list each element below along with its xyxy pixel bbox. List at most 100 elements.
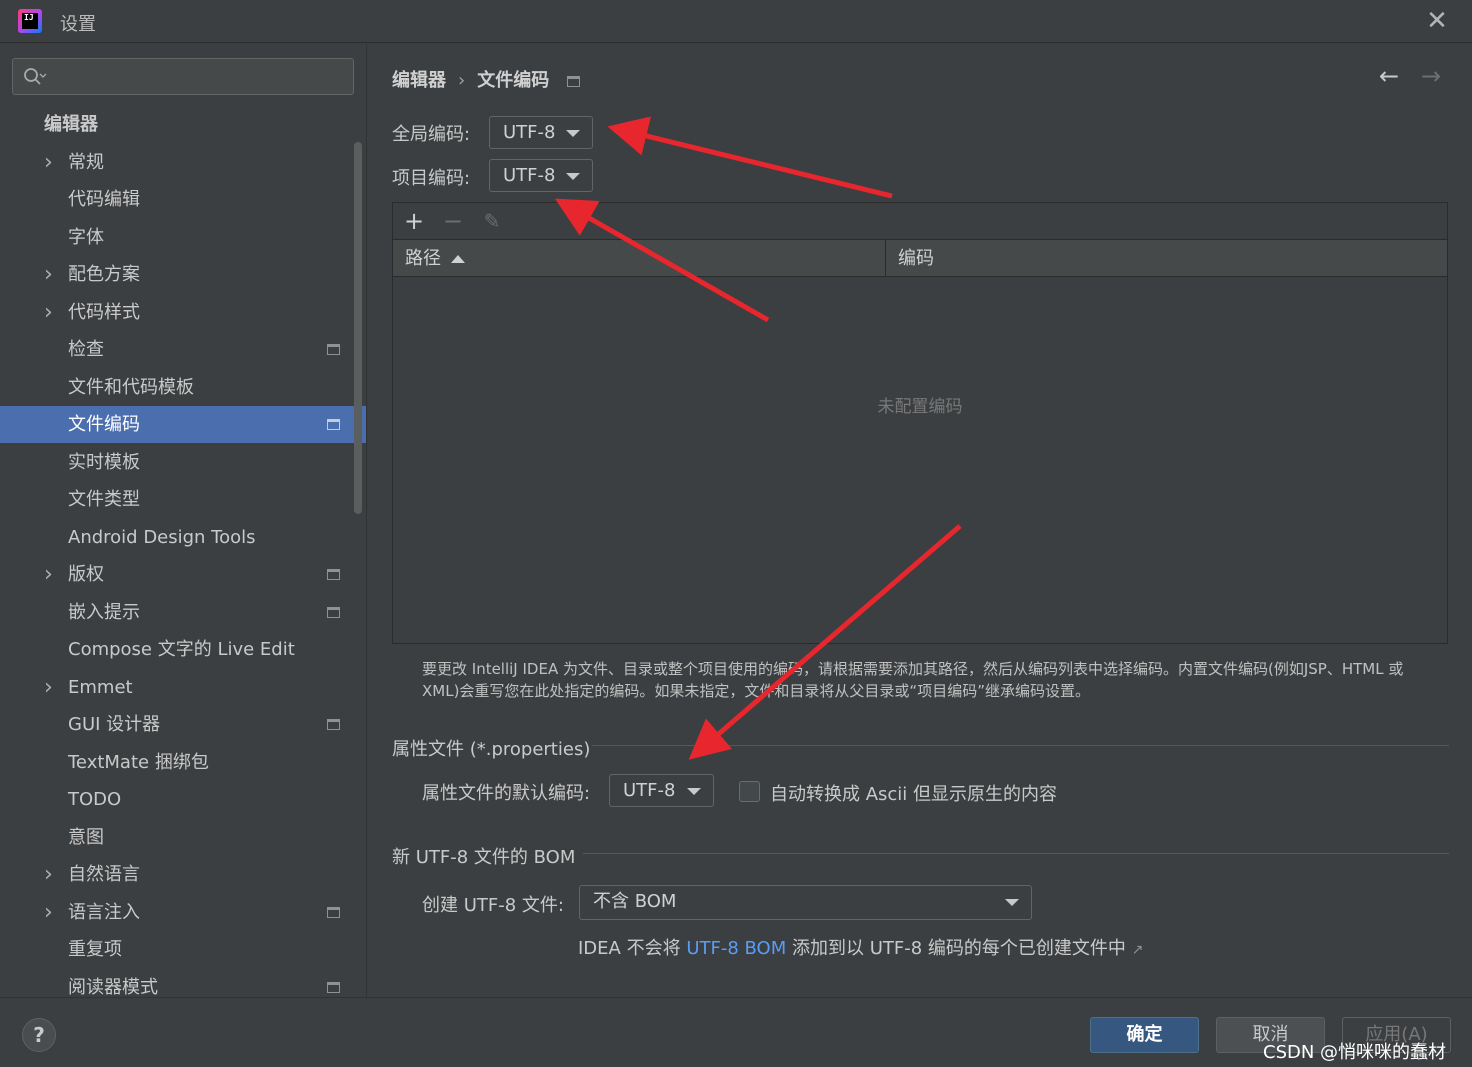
sidebar-item-label: 文件类型 <box>68 489 140 510</box>
utf8-bom-link[interactable]: UTF-8 BOM <box>686 938 786 959</box>
properties-encoding-dropdown[interactable]: UTF-8 <box>609 774 714 807</box>
sidebar-item[interactable]: 意图 <box>0 819 366 856</box>
chevron-down-icon <box>566 130 580 137</box>
search-input[interactable] <box>12 58 354 95</box>
sidebar-item-label: 字体 <box>68 226 104 248</box>
sidebar-item-label: 配色方案 <box>68 264 140 285</box>
sidebar-item-label: 编辑器 <box>44 114 98 135</box>
chevron-right-icon[interactable]: › <box>44 556 53 593</box>
bom-dropdown[interactable]: 不含 BOM <box>579 885 1032 920</box>
sidebar-item[interactable]: TODO <box>0 781 366 818</box>
ascii-conversion-checkbox[interactable] <box>739 781 760 802</box>
sidebar-item-label: 常规 <box>68 151 104 173</box>
sidebar-item-label: Emmet <box>68 676 133 698</box>
close-button[interactable]: ✕ <box>1422 6 1452 36</box>
dialog-button-bar: ? 确定 取消 应用(A) CSDN @悄咪咪的蠢材 <box>0 997 1472 1067</box>
settings-content: 编辑器 › 文件编码 ← → 全局编码: UTF-8 项目编码: UTF-8 + −… <box>367 44 1472 997</box>
path-encoding-table: + − ✎ 路径 编码 未配置编码 <box>392 202 1448 644</box>
sidebar-item-label: 实时模板 <box>68 451 140 473</box>
sidebar-item[interactable]: › 版权 <box>0 556 366 593</box>
bom-note: IDEA 不会将 UTF-8 BOM 添加到以 UTF-8 编码的每个已创建文件… <box>578 938 1144 959</box>
sidebar-item-label: 重复项 <box>68 939 122 960</box>
window-title: 设置 <box>60 14 96 35</box>
sidebar-scrollbar[interactable] <box>354 142 362 514</box>
sidebar-item-label: 自然语言 <box>68 864 140 885</box>
chevron-right-icon[interactable]: › <box>44 669 53 706</box>
bom-section-title: 新 UTF-8 文件的 BOM <box>392 847 576 868</box>
sidebar-item[interactable]: 字体 <box>0 219 366 256</box>
global-encoding-dropdown[interactable]: UTF-8 <box>489 116 593 149</box>
chevron-right-icon[interactable]: › <box>44 256 53 293</box>
project-scope-icon <box>327 344 340 355</box>
sidebar-item[interactable]: Compose 文字的 Live Edit <box>0 631 366 668</box>
section-divider <box>583 853 1449 854</box>
help-button[interactable]: ? <box>22 1018 56 1052</box>
sidebar-item[interactable]: 阅读器模式 <box>0 969 366 997</box>
csdn-watermark: CSDN @悄咪咪的蠢材 <box>1263 1042 1447 1063</box>
edit-icon[interactable]: ✎ <box>478 207 506 235</box>
add-icon[interactable]: + <box>400 207 428 235</box>
chevron-down-icon <box>1005 899 1019 906</box>
encoding-help-text: 要更改 IntelliJ IDEA 为文件、目录或整个项目使用的编码，请根据需要… <box>422 660 1404 700</box>
sidebar-item-label: 代码编辑 <box>68 189 140 210</box>
remove-icon[interactable]: − <box>439 207 467 235</box>
project-encoding-label: 项目编码: <box>392 168 471 189</box>
global-encoding-label: 全局编码: <box>392 124 471 145</box>
chevron-down-icon <box>566 173 580 180</box>
sidebar-item[interactable]: 文件编码 <box>0 406 366 443</box>
sidebar-item-label: 意图 <box>68 826 104 848</box>
sidebar-item[interactable]: › 自然语言 <box>0 856 366 893</box>
sidebar-item[interactable]: Android Design Tools <box>0 519 366 556</box>
sidebar-item-label: 语言注入 <box>68 901 140 923</box>
create-utf8-label: 创建 UTF-8 文件: <box>422 895 564 916</box>
sidebar-item[interactable]: 实时模板 <box>0 444 366 481</box>
forward-arrow-icon[interactable]: → <box>1421 62 1441 90</box>
properties-default-encoding-label: 属性文件的默认编码: <box>422 783 591 804</box>
chevron-right-icon[interactable]: › <box>44 856 53 893</box>
sidebar-item[interactable]: 编辑器 <box>0 106 366 143</box>
sidebar-item[interactable]: › 语言注入 <box>0 894 366 931</box>
project-scope-icon <box>327 419 340 430</box>
back-arrow-icon[interactable]: ← <box>1379 62 1399 90</box>
sidebar-item-label: 文件和代码模板 <box>68 376 194 398</box>
sidebar-item[interactable]: 检查 <box>0 331 366 368</box>
sidebar-item-label: TextMate 捆绑包 <box>68 751 209 773</box>
project-scope-icon <box>567 75 581 87</box>
search-icon <box>24 68 47 85</box>
column-header-path[interactable]: 路径 <box>393 240 885 277</box>
sidebar-item[interactable]: TextMate 捆绑包 <box>0 744 366 781</box>
table-header: 路径 编码 <box>393 240 1447 277</box>
sidebar-item[interactable]: 嵌入提示 <box>0 594 366 631</box>
sidebar-item[interactable]: 重复项 <box>0 931 366 968</box>
sidebar-item-label: 文件编码 <box>68 414 140 435</box>
table-body[interactable]: 未配置编码 <box>393 277 1447 643</box>
sidebar-item[interactable]: 文件和代码模板 <box>0 369 366 406</box>
sidebar-item-label: 嵌入提示 <box>68 601 140 623</box>
sidebar-item[interactable]: 代码编辑 <box>0 181 366 218</box>
ascii-conversion-label[interactable]: 自动转换成 Ascii 但显示原生的内容 <box>770 780 1057 806</box>
sidebar-item[interactable]: GUI 设计器 <box>0 706 366 743</box>
chevron-right-icon[interactable]: › <box>44 294 53 331</box>
sidebar-item[interactable]: › 配色方案 <box>0 256 366 293</box>
ok-button[interactable]: 确定 <box>1090 1017 1199 1053</box>
title-bar: IJ 设置 ✕ <box>0 0 1472 43</box>
sidebar-item[interactable]: › 常规 <box>0 144 366 181</box>
project-scope-icon <box>327 719 340 730</box>
sidebar-item[interactable]: 文件类型 <box>0 481 366 518</box>
breadcrumb-separator: › <box>458 70 466 91</box>
sidebar-item[interactable]: › Emmet <box>0 669 366 706</box>
settings-sidebar: 编辑器 › 常规代码编辑字体 › 配色方案 › 代码样式检查文件和代码模板 文件编码实时模板文… <box>0 44 367 997</box>
breadcrumb-parent[interactable]: 编辑器 <box>392 70 446 91</box>
project-encoding-dropdown[interactable]: UTF-8 <box>489 159 593 192</box>
project-scope-icon <box>327 569 340 580</box>
empty-table-message: 未配置编码 <box>877 397 963 417</box>
chevron-right-icon[interactable]: › <box>44 894 53 931</box>
sidebar-item-label: 检查 <box>68 339 104 360</box>
sidebar-item[interactable]: › 代码样式 <box>0 294 366 331</box>
project-scope-icon <box>327 906 340 918</box>
external-link-icon[interactable]: ↗ <box>1132 942 1144 958</box>
chevron-right-icon[interactable]: › <box>44 144 53 181</box>
column-header-encoding[interactable]: 编码 <box>886 240 1446 277</box>
sort-ascending-icon <box>451 255 465 263</box>
sidebar-item-label: Android Design Tools <box>68 526 256 548</box>
